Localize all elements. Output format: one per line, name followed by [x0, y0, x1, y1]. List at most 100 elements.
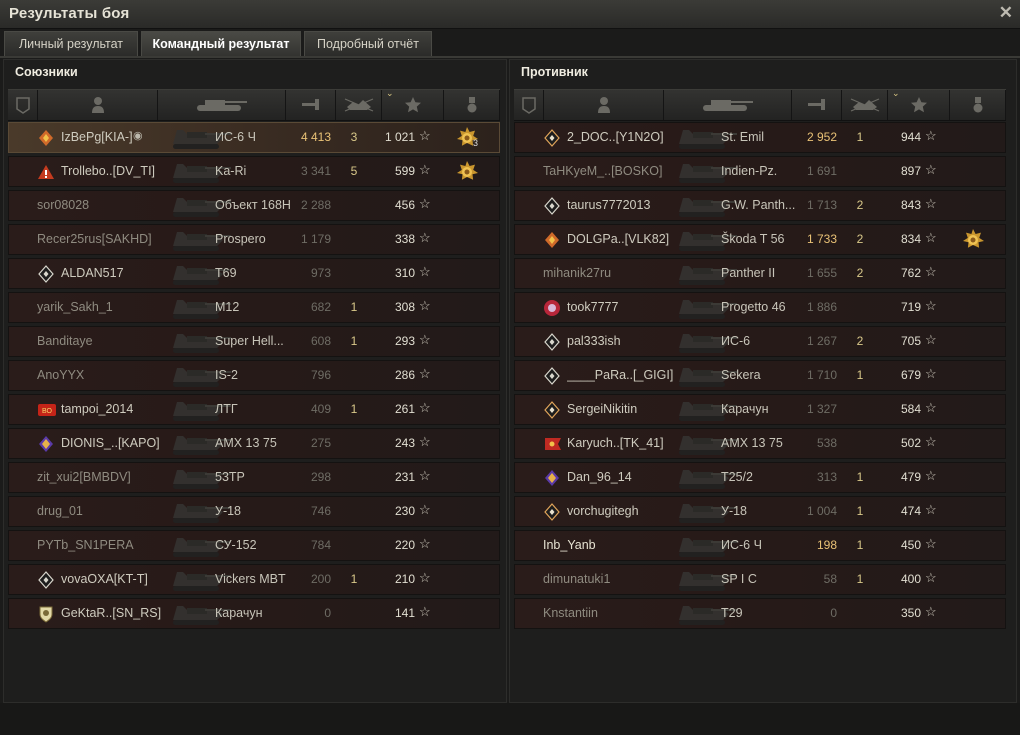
column-header-xp-star[interactable]: ⌄: [888, 88, 950, 120]
column-header-squad[interactable]: [514, 90, 544, 120]
clan-badge-icon: [37, 163, 55, 181]
player-name: Dan_96_14: [567, 470, 632, 484]
player-row[interactable]: Knstantiin T29 0 350 ☆: [514, 598, 1006, 629]
column-header-damage[interactable]: [792, 90, 842, 120]
damage-value: 1 713: [806, 198, 837, 212]
xp-star-icon: ☆: [925, 536, 937, 551]
player-name: PYTb_SN1PERA: [37, 538, 134, 552]
xp-star-icon: ☆: [419, 468, 431, 483]
player-row[interactable]: sor08028 Объект 168Н 2 288 456 ☆: [8, 190, 500, 221]
player-row[interactable]: dimunatuki1 SP I C 58 1 400 ☆: [514, 564, 1006, 595]
player-icon: [91, 96, 105, 119]
clan-badge-icon: [37, 605, 55, 623]
close-icon[interactable]: ✕: [999, 4, 1013, 22]
player-row[interactable]: ____PaRa..[_GIGI] Sekera 1 710 1 679 ☆: [514, 360, 1006, 391]
medal-icon[interactable]: [455, 160, 479, 184]
clan-badge-icon: [543, 469, 561, 487]
chevron-down-icon: ⌄: [892, 88, 900, 98]
xp-star-icon: ☆: [419, 570, 431, 585]
damage-icon: [300, 96, 322, 117]
player-row[interactable]: took7777 Progetto 46 1 886 719 ☆: [514, 292, 1006, 323]
xp-value: 293: [394, 334, 415, 348]
vehicle-name: У-18: [215, 504, 242, 518]
player-row[interactable]: GeKtaR..[SN_RS] Карачун 0 141 ☆: [8, 598, 500, 629]
frags-value: 1: [856, 572, 864, 586]
xp-star-icon: ☆: [419, 128, 431, 143]
xp-value: 944: [900, 130, 921, 144]
column-header-player[interactable]: [544, 90, 664, 120]
xp-value: 474: [900, 504, 921, 518]
xp-value: 502: [900, 436, 921, 450]
column-header-vehicle[interactable]: [664, 90, 792, 120]
player-name: ALDAN517: [61, 266, 124, 280]
player-name: drug_01: [37, 504, 83, 518]
xp-star-icon: ☆: [925, 298, 937, 313]
player-row[interactable]: Inb_Yanb ИС-6 Ч 198 1 450 ☆: [514, 530, 1006, 561]
damage-value: 1 004: [806, 504, 837, 518]
column-header-frags[interactable]: [336, 90, 382, 120]
player-row[interactable]: PYTb_SN1PERA СУ-152 784 220 ☆: [8, 530, 500, 561]
player-row[interactable]: mihanik27ru Panther II 1 655 2 762 ☆: [514, 258, 1006, 289]
xp-star-icon: ☆: [419, 298, 431, 313]
chevron-down-icon: ⌄: [386, 88, 394, 98]
player-row[interactable]: Karyuch..[TK_41] AMX 13 75 538 502 ☆: [514, 428, 1006, 459]
player-row[interactable]: vovaOXA[KT-T] Vickers MBT 200 1 210 ☆: [8, 564, 500, 595]
xp-value: 350: [900, 606, 921, 620]
xp-value: 220: [394, 538, 415, 552]
player-row[interactable]: ALDAN517 T69 973 310 ☆: [8, 258, 500, 289]
vehicle-name: Карачун: [215, 606, 263, 620]
column-header-xp-star[interactable]: ⌄: [382, 88, 444, 120]
column-header-player[interactable]: [38, 90, 158, 120]
player-row[interactable]: ВО tampoi_2014 ЛТГ 409 1 261 ☆: [8, 394, 500, 425]
tab-personal-result[interactable]: Личный результат: [4, 31, 138, 56]
player-row[interactable]: 2_DOC..[Y1N2O] St. Emil 2 952 1 944 ☆: [514, 122, 1006, 153]
player-row[interactable]: DIONIS_..[KAPO] AMX 13 75 275 243 ☆: [8, 428, 500, 459]
damage-value: 275: [310, 436, 331, 450]
medal-icon[interactable]: [961, 228, 985, 252]
tab-detailed-report[interactable]: Подробный отчёт: [304, 31, 432, 56]
player-row[interactable]: IzBePg[KIA-] ◉ ИС-6 Ч 4 413 3 1 021 ☆ 3: [8, 122, 500, 153]
player-row[interactable]: SergeiNikitin Карачун 1 327 584 ☆: [514, 394, 1006, 425]
frags-value: 1: [350, 572, 358, 586]
column-header-damage[interactable]: [286, 90, 336, 120]
tab-team-result[interactable]: Командный результат: [141, 31, 301, 56]
svg-text:ВО: ВО: [42, 408, 52, 415]
xp-value: 584: [900, 402, 921, 416]
damage-value: 200: [310, 572, 331, 586]
xp-value: 308: [394, 300, 415, 314]
vehicle-name: T29: [721, 606, 743, 620]
damage-value: 1 886: [806, 300, 837, 314]
xp-value: 450: [900, 538, 921, 552]
damage-value: 2 952: [806, 130, 837, 144]
xp-value: 210: [394, 572, 415, 586]
frags-value: 3: [350, 130, 358, 144]
squad-icon: [521, 96, 537, 119]
player-row[interactable]: taurus7772013 G.W. Panth... 1 713 2 843 ☆: [514, 190, 1006, 221]
player-row[interactable]: Trollebo..[DV_TI] Ka-Ri 3 341 5 599 ☆: [8, 156, 500, 187]
frags-value: 2: [856, 198, 864, 212]
player-row[interactable]: vorchugitegh У-18 1 004 1 474 ☆: [514, 496, 1006, 527]
column-header-frags[interactable]: [842, 90, 888, 120]
player-row[interactable]: Banditaye Super Hell... 608 1 293 ☆: [8, 326, 500, 357]
player-row[interactable]: DOLGPa..[VLK82] Škoda T 56 1 733 2 834 ☆: [514, 224, 1006, 255]
xp-star-icon: ☆: [419, 366, 431, 381]
column-header-medal[interactable]: [444, 90, 500, 120]
player-row[interactable]: pal333ish ИС-6 1 267 2 705 ☆: [514, 326, 1006, 357]
player-row[interactable]: Dan_96_14 T25/2 313 1 479 ☆: [514, 462, 1006, 493]
player-row[interactable]: drug_01 У-18 746 230 ☆: [8, 496, 500, 527]
damage-value: 1 733: [806, 232, 837, 246]
column-header-vehicle[interactable]: [158, 90, 286, 120]
column-header-medal[interactable]: [950, 90, 1006, 120]
damage-value: 298: [310, 470, 331, 484]
player-row[interactable]: TaHKyeM_..[BOSKO] Indien-Pz. 1 691 897 ☆: [514, 156, 1006, 187]
player-row[interactable]: zit_xui2[BMBDV] 53TP 298 231 ☆: [8, 462, 500, 493]
player-row[interactable]: Recer25rus[SAKHD] Prospero 1 179 338 ☆: [8, 224, 500, 255]
damage-value: 796: [310, 368, 331, 382]
player-row[interactable]: AnoYYX IS-2 796 286 ☆: [8, 360, 500, 391]
xp-star-icon: ☆: [419, 502, 431, 517]
vehicle-name: У-18: [721, 504, 748, 518]
column-header-squad[interactable]: [8, 90, 38, 120]
player-row[interactable]: yarik_Sakh_1 M12 682 1 308 ☆: [8, 292, 500, 323]
xp-star-icon: ☆: [419, 400, 431, 415]
damage-value: 608: [310, 334, 331, 348]
